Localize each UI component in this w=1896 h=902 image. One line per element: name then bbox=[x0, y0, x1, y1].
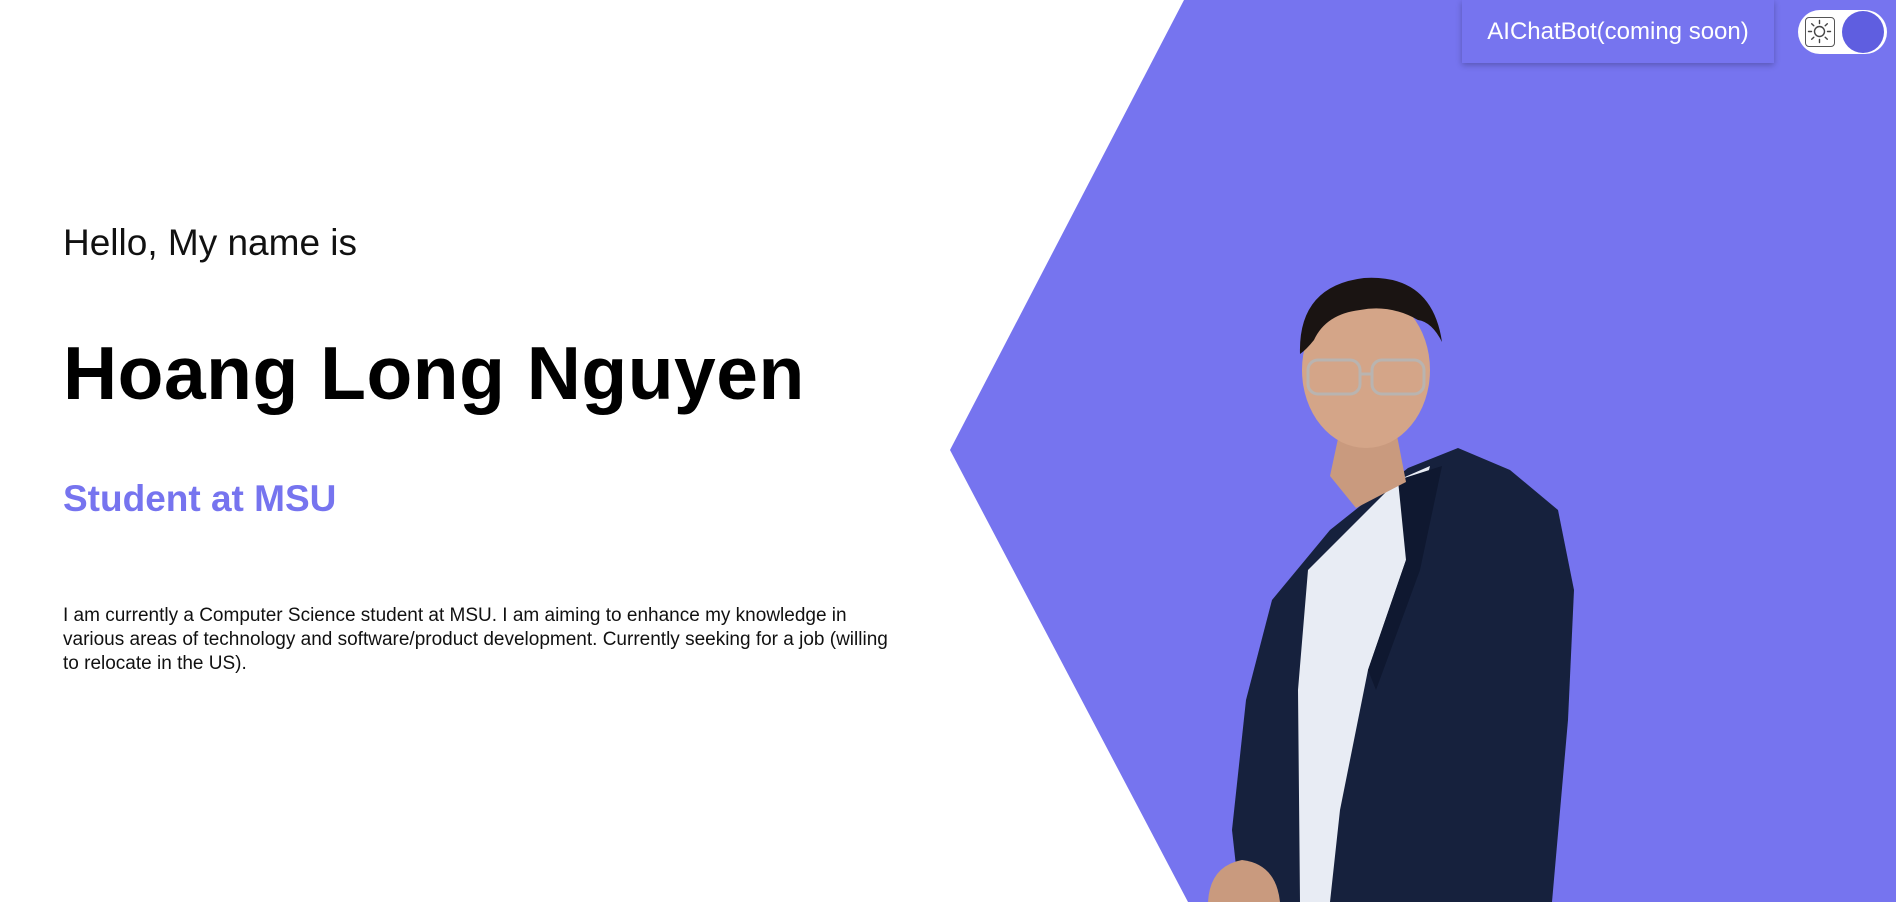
profile-photo bbox=[1208, 277, 1574, 902]
ai-chatbot-button[interactable]: AIChatBot(coming soon) bbox=[1462, 0, 1774, 63]
role-subtitle: Student at MSU bbox=[63, 478, 337, 519]
sun-icon bbox=[1805, 17, 1835, 47]
hero-accent-shape bbox=[950, 0, 1896, 902]
theme-toggle[interactable] bbox=[1798, 10, 1887, 54]
page-title: Hoang Long Nguyen bbox=[63, 331, 805, 415]
bio-paragraph: I am currently a Computer Science studen… bbox=[63, 605, 888, 674]
greeting-text: Hello, My name is bbox=[63, 222, 358, 263]
toggle-knob[interactable] bbox=[1842, 11, 1884, 53]
